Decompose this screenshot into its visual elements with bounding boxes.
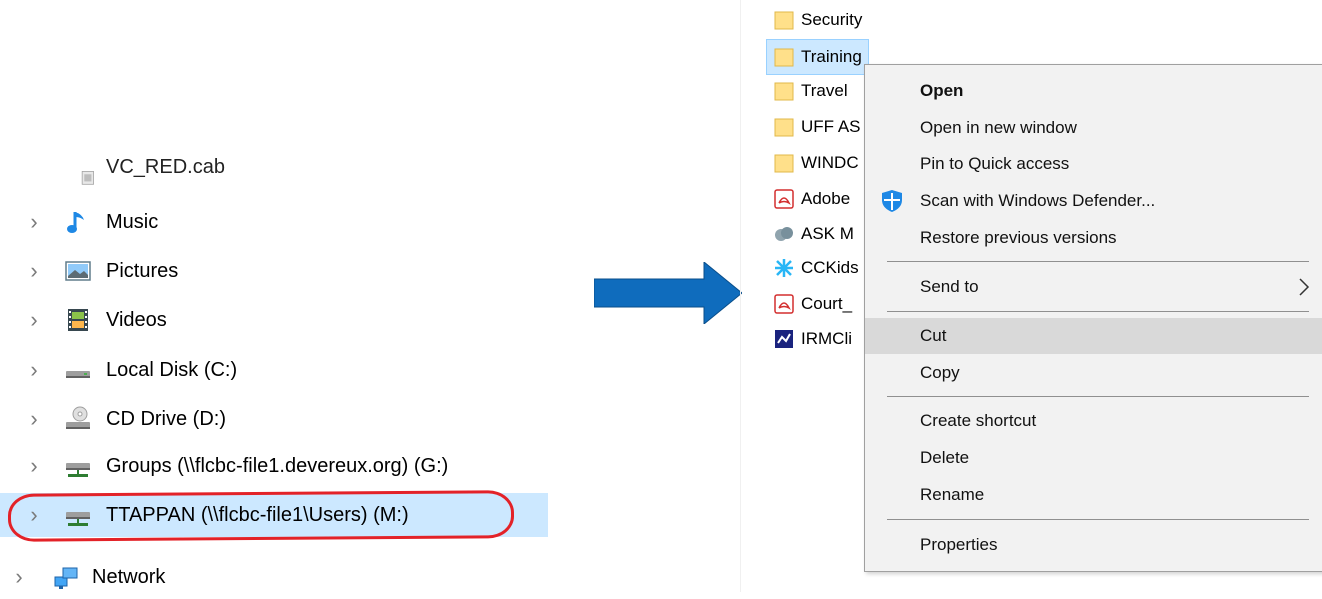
menu-item-label: Cut [920, 326, 947, 345]
menu-item-open[interactable]: Open [865, 73, 1322, 109]
chevron-right-icon[interactable]: › [12, 566, 26, 588]
file-item-court[interactable]: Court_ [773, 287, 852, 321]
menu-item-label: Send to [920, 277, 979, 296]
menu-item-properties[interactable]: Properties [865, 527, 1322, 563]
nav-item-label: VC_RED.cab [106, 156, 225, 178]
app-icon [775, 259, 793, 277]
nav-item-label: Videos [106, 308, 167, 331]
menu-item-label: Copy [920, 363, 960, 382]
music-icon [67, 212, 84, 233]
file-item-label: ASK M [801, 224, 854, 243]
file-item-label: Court_ [801, 294, 853, 313]
folder-icon [774, 48, 794, 67]
file-item-label: Travel [801, 81, 848, 100]
menu-separator [887, 311, 1309, 312]
app-icon [775, 330, 793, 348]
nav-item-vc-red-cab[interactable]: VC_RED.cab [0, 156, 548, 202]
pictures-icon [65, 261, 91, 281]
app-icon [775, 227, 793, 241]
file-item-windc[interactable]: WINDC [773, 146, 859, 180]
red-highlight-annotation [7, 490, 515, 542]
menu-separator [887, 519, 1309, 520]
menu-item-delete[interactable]: Delete [865, 440, 1322, 476]
file-item-uff-as[interactable]: UFF AS [773, 110, 861, 144]
menu-item-create-shortcut[interactable]: Create shortcut [865, 403, 1322, 439]
nav-item-network[interactable]: › Network [0, 555, 548, 599]
chevron-right-icon[interactable]: › [27, 359, 41, 381]
nav-item-cd-drive-d[interactable]: › CD Drive (D:) [0, 397, 548, 441]
nav-item-label: Network [92, 565, 166, 588]
menu-item-label: Open [920, 81, 964, 100]
menu-item-label: Open in new window [920, 118, 1077, 137]
context-menu: Open Open in new window Pin to Quick acc… [864, 64, 1322, 572]
cab-file-icon [81, 171, 94, 185]
chevron-right-icon [1299, 278, 1310, 296]
nav-item-videos[interactable]: › Videos [0, 298, 548, 342]
file-item-travel[interactable]: Travel [773, 74, 848, 108]
menu-item-pin-quick-access[interactable]: Pin to Quick access [865, 146, 1322, 182]
nav-item-label: Pictures [106, 259, 179, 282]
nav-item-label: Groups (\\flcbc-file1.devereux.org) (G:) [106, 454, 449, 477]
file-item-adobe[interactable]: Adobe [773, 182, 850, 216]
menu-separator [887, 396, 1309, 397]
nav-item-groups-g[interactable]: › Groups (\\flcbc-file1.devereux.org) (G… [0, 444, 548, 488]
menu-item-label: Rename [920, 485, 985, 504]
chevron-right-icon[interactable]: › [27, 211, 41, 233]
chevron-right-icon[interactable]: › [27, 309, 41, 331]
menu-item-scan-defender[interactable]: Scan with Windows Defender... [865, 183, 1322, 219]
file-item-ask-m[interactable]: ASK M [773, 217, 854, 251]
windows-defender-icon [882, 190, 902, 212]
menu-separator [887, 261, 1309, 262]
nav-item-local-disk-c[interactable]: › Local Disk (C:) [0, 348, 548, 392]
cd-drive-icon [66, 406, 90, 429]
local-disk-icon [66, 371, 90, 378]
folder-icon [774, 154, 794, 173]
folder-icon [774, 118, 794, 137]
nav-item-label: Local Disk (C:) [106, 358, 238, 381]
file-item-label: IRMCli [801, 329, 852, 348]
pdf-icon [774, 189, 794, 209]
menu-item-cut[interactable]: Cut [865, 318, 1322, 354]
file-item-training[interactable]: Training [766, 39, 869, 75]
menu-item-copy[interactable]: Copy [865, 355, 1322, 391]
nav-item-label: Music [106, 210, 159, 233]
pdf-icon [774, 294, 794, 314]
menu-item-rename[interactable]: Rename [865, 477, 1322, 513]
menu-item-label: Properties [920, 535, 998, 554]
menu-item-send-to[interactable]: Send to [865, 269, 1322, 305]
menu-item-label: Create shortcut [920, 411, 1037, 430]
menu-item-open-new-window[interactable]: Open in new window [865, 110, 1322, 146]
nav-item-label: CD Drive (D:) [106, 407, 226, 430]
menu-item-label: Delete [920, 448, 970, 467]
videos-icon [68, 309, 88, 331]
menu-item-label: Restore previous versions [920, 228, 1117, 247]
menu-item-label: Pin to Quick access [920, 154, 1070, 173]
network-icon [54, 567, 78, 589]
folder-icon [774, 11, 794, 30]
file-item-label: WINDC [801, 153, 859, 172]
file-item-label: Security [801, 10, 863, 29]
chevron-right-icon[interactable]: › [27, 260, 41, 282]
nav-item-music[interactable]: › Music [0, 200, 548, 244]
file-item-label: UFF AS [801, 117, 861, 136]
nav-item-pictures[interactable]: › Pictures [0, 249, 548, 293]
menu-item-restore-versions[interactable]: Restore previous versions [865, 220, 1322, 256]
file-item-label: Adobe [801, 189, 851, 208]
arrow-right-icon [594, 262, 742, 324]
file-item-label: CCKids [801, 258, 859, 277]
menu-item-label: Scan with Windows Defender... [920, 191, 1156, 210]
chevron-right-icon[interactable]: › [27, 408, 41, 430]
file-item-cckids[interactable]: CCKids [773, 251, 859, 285]
file-item-irmcli[interactable]: IRMCli [773, 322, 852, 356]
chevron-right-icon[interactable]: › [27, 455, 41, 477]
folder-icon [774, 82, 794, 101]
network-drive-icon [66, 463, 90, 477]
file-item-label: Training [801, 47, 862, 66]
file-item-security[interactable]: Security [773, 3, 862, 37]
